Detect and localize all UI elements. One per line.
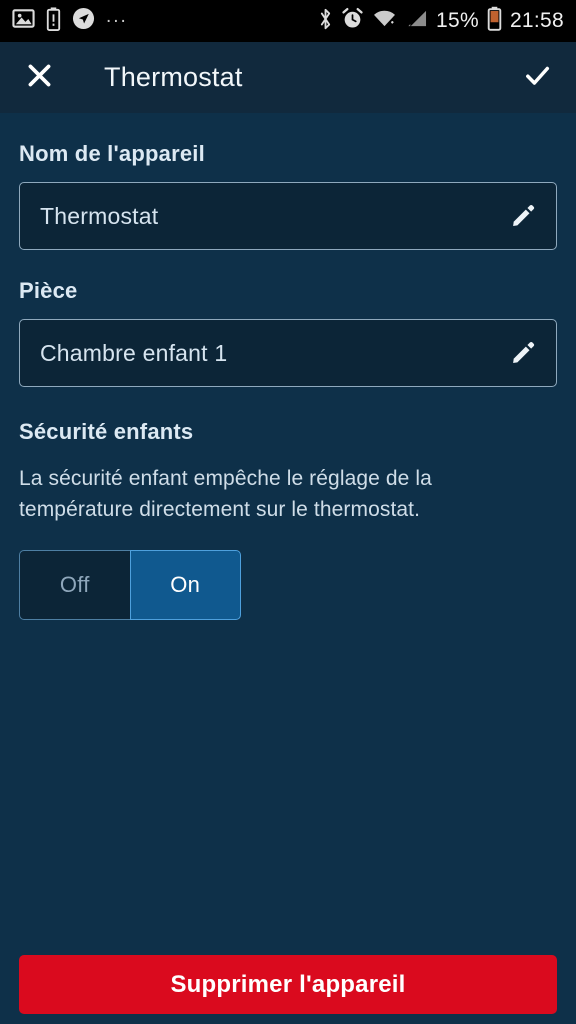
- check-icon: [522, 60, 553, 96]
- child-lock-toggle-group: Off On: [19, 550, 241, 620]
- bluetooth-icon: [318, 7, 333, 36]
- pencil-icon[interactable]: [510, 340, 536, 366]
- room-value: Chambre enfant 1: [40, 339, 228, 366]
- image-icon: [12, 7, 35, 35]
- battery-icon: [487, 6, 502, 36]
- close-button[interactable]: [22, 61, 56, 95]
- app-bar: Thermostat: [0, 42, 576, 113]
- wifi-icon: [372, 8, 397, 34]
- page-title: Thermostat: [104, 62, 243, 92]
- battery-percent-label: 15%: [436, 9, 479, 32]
- status-bar-right: 15% 21:58: [318, 6, 564, 36]
- device-name-field[interactable]: Thermostat: [19, 182, 557, 250]
- status-bar: ... 15% 21:58: [0, 0, 576, 42]
- status-bar-left: ...: [12, 6, 128, 36]
- settings-content: Nom de l'appareil Thermostat Pièce Chamb…: [0, 141, 576, 620]
- room-field[interactable]: Chambre enfant 1: [19, 319, 557, 387]
- device-name-value: Thermostat: [40, 202, 159, 229]
- cell-signal-icon: [405, 8, 428, 34]
- confirm-button[interactable]: [520, 61, 554, 95]
- child-lock-off-option[interactable]: Off: [19, 550, 130, 620]
- phone-screen: ... 15% 21:58 Thermostat Nom de l'appare…: [0, 0, 576, 1024]
- room-label: Pièce: [19, 278, 78, 303]
- child-lock-title: Sécurité enfants: [19, 419, 194, 444]
- overflow-dots-icon: ...: [106, 6, 128, 27]
- pencil-icon[interactable]: [510, 203, 536, 229]
- location-arrow-icon: [72, 7, 95, 35]
- close-icon: [25, 61, 54, 95]
- delete-device-button[interactable]: Supprimer l'appareil: [19, 955, 557, 1014]
- child-lock-on-option[interactable]: On: [129, 550, 241, 620]
- battery-alert-icon: [46, 6, 61, 36]
- device-name-label: Nom de l'appareil: [19, 141, 205, 166]
- alarm-clock-icon: [341, 7, 364, 35]
- clock-label: 21:58: [509, 9, 564, 32]
- child-lock-description: La sécurité enfant empêche le réglage de…: [19, 467, 432, 521]
